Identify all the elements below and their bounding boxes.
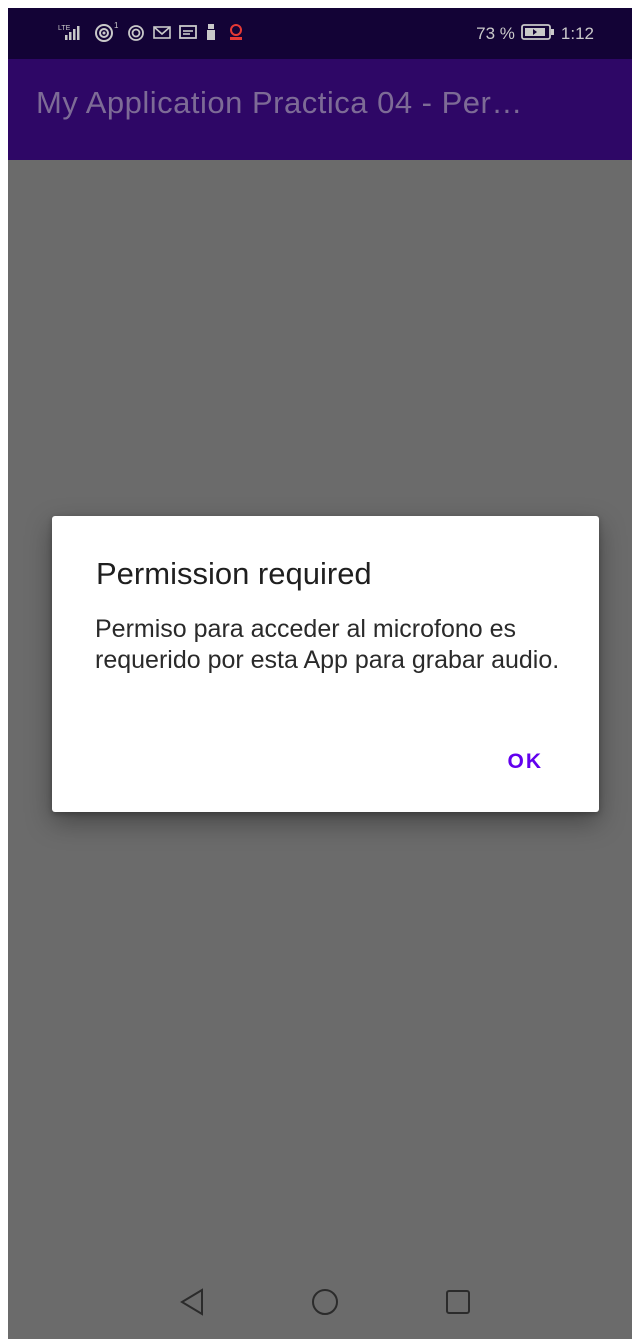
recents-button[interactable] <box>438 1282 478 1322</box>
back-button[interactable] <box>172 1282 212 1322</box>
app-title: My Application Practica 04 - Per… <box>36 85 523 120</box>
status-bar: LTE 1 73 % 1:12 <box>8 8 632 59</box>
home-button[interactable] <box>305 1282 345 1322</box>
home-icon <box>312 1289 338 1315</box>
gmail-icon <box>152 23 172 46</box>
back-icon <box>180 1288 203 1316</box>
svg-text:LTE: LTE <box>58 25 71 32</box>
dialog-message: Permiso para acceder al microfono es req… <box>95 615 560 674</box>
recents-icon <box>446 1290 470 1314</box>
hotspot-icon: 1 <box>94 21 120 48</box>
phone-screen: LTE 1 73 % 1:12 My Application Practica … <box>8 8 632 1339</box>
dialog-title: Permission required <box>96 556 372 591</box>
wifi-icon <box>126 22 146 47</box>
lte-signal-icon: LTE <box>58 22 88 47</box>
battery-percent: 73 % <box>476 24 515 43</box>
battery-icon <box>521 23 555 46</box>
message-icon <box>178 23 198 46</box>
svg-text:1: 1 <box>114 21 119 30</box>
app-bar: My Application Practica 04 - Per… <box>8 59 632 160</box>
status-icons-right: 73 % 1:12 <box>476 23 594 45</box>
notification-icon <box>224 22 248 47</box>
status-time: 1:12 <box>560 24 594 43</box>
navigation-bar <box>8 1264 632 1339</box>
usb-icon <box>204 22 218 47</box>
status-icons-left: LTE 1 <box>58 21 248 48</box>
permission-dialog: Permission required Permiso para acceder… <box>52 516 599 812</box>
ok-button[interactable]: OK <box>502 746 550 778</box>
